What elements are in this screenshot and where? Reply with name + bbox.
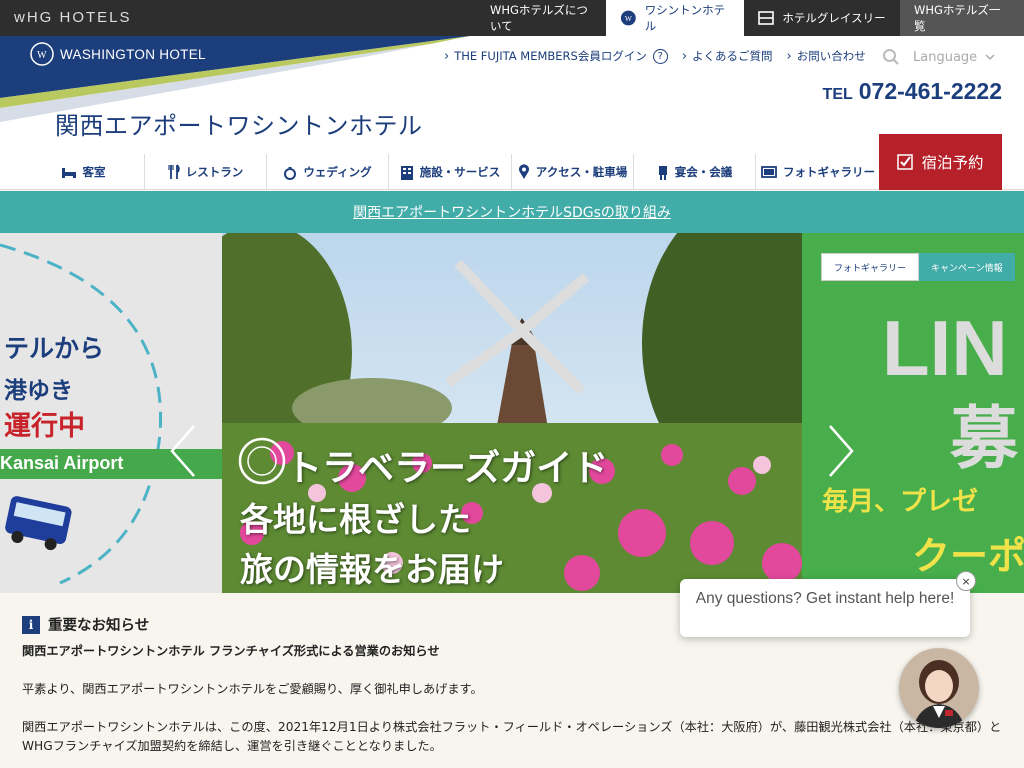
telephone[interactable]: TEL 072-461-2222: [823, 78, 1002, 105]
notice-heading-text: 重要なお知らせ: [48, 618, 150, 634]
notice-paragraph: 平素より、関西エアポートワシントンホテルをご愛顧賜り、厚く御礼申しあげます。: [22, 682, 483, 696]
language-select[interactable]: Language: [913, 50, 995, 65]
gracery-icon: [758, 11, 775, 25]
tab-label: WHGホテルズ一覧: [914, 3, 1001, 33]
tab-whg-hotel-list[interactable]: WHGホテルズ一覧: [900, 0, 1024, 36]
members-login-link[interactable]: THE FUJITA MEMBERS会員ログイン?: [444, 48, 668, 64]
ring-icon: [284, 167, 297, 180]
tel-label: TEL: [822, 86, 853, 103]
tel-number: 072-461-2222: [858, 78, 1002, 104]
slide-shuttle-bus[interactable]: テルから 港ゆき 運行中 Kansai Airport: [0, 233, 222, 593]
slide-category-tabs: フォトギャラリー キャンペーン情報: [821, 253, 1015, 281]
podium-icon: [658, 165, 667, 180]
page-title: 関西エアポートワシントンホテル: [55, 112, 423, 140]
map-pin-icon: [518, 164, 529, 179]
monitor-icon: [761, 165, 777, 178]
sdgs-banner: 関西エアポートワシントンホテルSDGsの取り組み: [0, 191, 1024, 233]
brand-tabs: WHGホテルズについて W ワシントンホテル ホテルグレイスリー WHGホテルズ…: [476, 0, 1024, 36]
chevron-down-icon: [985, 54, 995, 61]
link-label: よくあるご質問: [692, 49, 773, 63]
nav-label: ウェディング: [303, 165, 372, 179]
nav-label: アクセス・駐車場: [535, 165, 628, 179]
slide-headline: トラベラーズガイド: [286, 448, 609, 489]
bed-icon: [61, 168, 76, 178]
hero-carousel: テルから 港ゆき 運行中 Kansai Airport トラベラーズガイド 各地…: [0, 233, 1024, 593]
link-label: お問い合わせ: [796, 49, 866, 63]
checkbox-icon: [897, 154, 914, 170]
slide-text: 港ゆき: [4, 378, 73, 404]
washington-emblem-icon: W: [30, 42, 54, 66]
nav-label: 宴会・会議: [674, 165, 733, 179]
tab-label: ホテルグレイスリー: [782, 11, 886, 25]
slide-line-campaign[interactable]: LIN 募 毎月、プレゼ クーポ: [802, 233, 1024, 593]
carousel-next-icon[interactable]: [826, 423, 856, 479]
notice-heading: i 重要なお知らせ: [22, 614, 149, 635]
notice-paragraph: 関西エアポートワシントンホテルは、この度、2021年12月1日より株式会社フラッ…: [22, 720, 1002, 734]
nav-label: レストラン: [185, 165, 244, 179]
nav-item-rooms[interactable]: 客室: [22, 154, 145, 190]
brand-name: WASHINGTON HOTEL: [60, 46, 206, 62]
slide-text: テルから: [4, 334, 105, 363]
slide-travelers-guide[interactable]: トラベラーズガイド 各地に根ざした 旅の情報をお届け: [222, 233, 802, 593]
nav-item-restaurant[interactable]: レストラン: [145, 154, 267, 190]
staff-avatar-image: [899, 648, 979, 728]
nav-item-access[interactable]: アクセス・駐車場: [512, 154, 634, 190]
top-bar: wHG HOTELS WHGホテルズについて W ワシントンホテル ホテルグレイ…: [0, 0, 1024, 36]
sdgs-link[interactable]: 関西エアポートワシントンホテルSDGsの取り組み: [353, 202, 671, 222]
tab-about-whg[interactable]: WHGホテルズについて: [476, 0, 606, 36]
nav-item-photo-gallery[interactable]: フォトギャラリー: [756, 154, 880, 190]
chat-bubble[interactable]: Any questions? Get instant help here!: [680, 579, 970, 637]
tab-hotel-gracery[interactable]: ホテルグレイスリー: [744, 0, 900, 36]
washington-hotel-logo[interactable]: W WASHINGTON HOTEL: [30, 42, 206, 66]
reserve-button[interactable]: 宿泊予約: [879, 134, 1002, 190]
fork-knife-icon: [168, 164, 180, 179]
utility-links: THE FUJITA MEMBERS会員ログイン? よくあるご質問 お問い合わせ: [444, 48, 880, 64]
tab-campaign-info[interactable]: キャンペーン情報: [919, 253, 1015, 281]
notice-subject: 関西エアポートワシントンホテル フランチャイズ形式による営業のお知らせ: [22, 644, 440, 658]
tab-washington-hotel[interactable]: W ワシントンホテル: [606, 0, 744, 36]
slide-text: 各地に根ざした: [240, 500, 471, 539]
faq-link[interactable]: よくあるご質問: [682, 48, 773, 64]
help-icon[interactable]: ?: [652, 48, 668, 64]
tab-label: WHGホテルズについて: [490, 3, 588, 33]
svg-text:W: W: [625, 14, 632, 23]
slide-text: 募: [950, 400, 1019, 479]
washington-emblem-icon: W: [620, 10, 636, 26]
nav-label: フォトギャラリー: [783, 165, 875, 179]
svg-text:W: W: [37, 50, 47, 61]
tab-label: ワシントンホテル: [644, 3, 726, 33]
nav-label: 客室: [82, 165, 106, 179]
slide-text: 旅の情報をお届け: [240, 550, 504, 589]
tab-photo-gallery[interactable]: フォトギャラリー: [821, 253, 920, 281]
nav-item-facilities[interactable]: 施設・サービス: [389, 154, 512, 190]
info-icon: i: [22, 615, 40, 634]
language-label: Language: [913, 50, 978, 65]
slide-text: LIN: [882, 304, 1008, 392]
building-icon: [400, 165, 413, 180]
close-icon[interactable]: ×: [956, 571, 976, 591]
link-label: THE FUJITA MEMBERS会員ログイン: [454, 49, 647, 63]
nav-item-banquet[interactable]: 宴会・会議: [634, 154, 756, 190]
search-icon[interactable]: [882, 48, 900, 66]
nav-item-wedding[interactable]: ウェディング: [267, 154, 389, 190]
slide-text: 運行中: [4, 411, 85, 442]
site-header: W WASHINGTON HOTEL THE FUJITA MEMBERS会員ロ…: [0, 36, 1024, 190]
chat-avatar[interactable]: [899, 648, 979, 728]
notice-paragraph: WHGフランチャイズ加盟契約を締結し、運営を引き継ぐこととなりました。: [22, 739, 442, 753]
slide-text: 毎月、プレゼ: [822, 487, 979, 517]
reserve-label: 宿泊予約: [921, 154, 984, 172]
contact-link[interactable]: お問い合わせ: [787, 48, 866, 64]
slide-text: Kansai Airport: [0, 453, 124, 473]
whg-hotels-logo[interactable]: wHG HOTELS: [14, 9, 132, 26]
carousel-prev-icon[interactable]: [168, 423, 198, 479]
nav-label: 施設・サービス: [419, 165, 501, 179]
main-nav: 客室 レストラン ウェディング 施設・サービス アクセス・駐車場 宴会・会議 フ…: [22, 154, 880, 190]
